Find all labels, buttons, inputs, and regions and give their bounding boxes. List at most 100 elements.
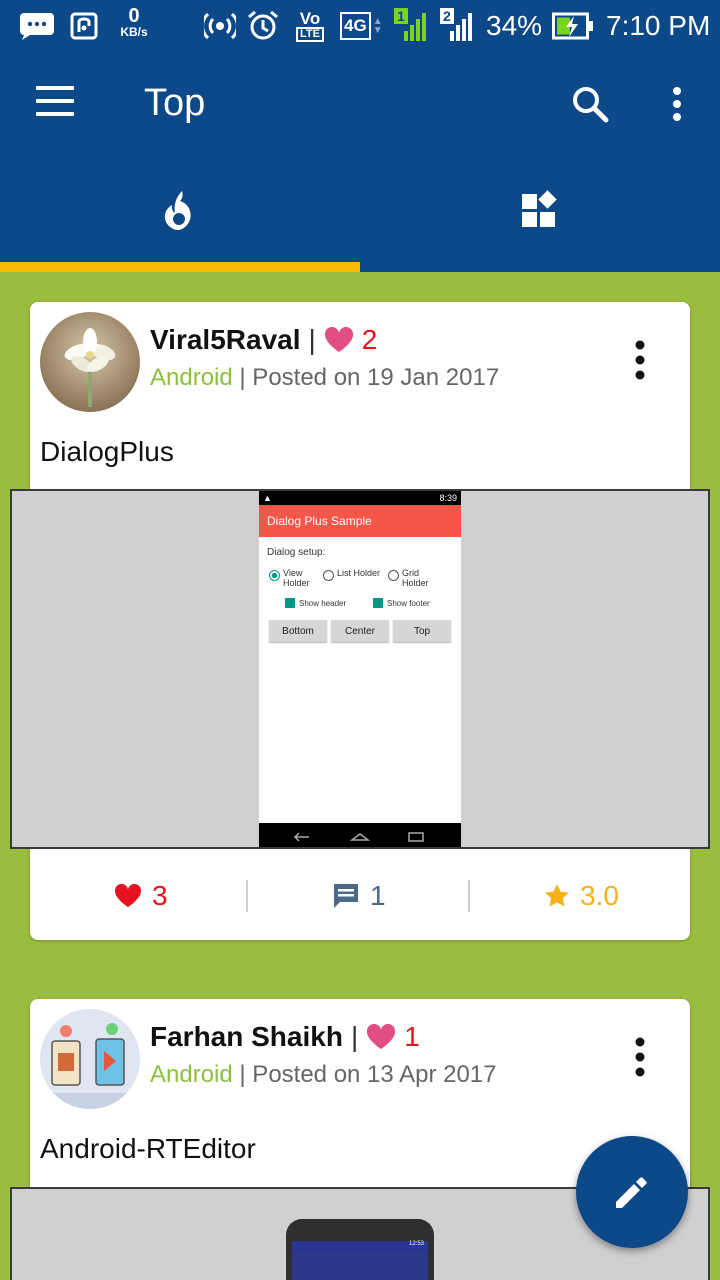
tab-categories[interactable]	[360, 152, 720, 272]
separator: |	[308, 324, 316, 355]
post-meta: Android | Posted on 19 Jan 2017	[150, 364, 499, 392]
tab-top[interactable]	[0, 152, 360, 272]
divider	[246, 880, 248, 912]
like-count: 3	[152, 880, 168, 911]
preview-time: 12:53	[408, 1241, 424, 1247]
category-link[interactable]: Android	[150, 1061, 233, 1088]
signal-sim2: 2	[440, 0, 474, 52]
volte-top-text: Vo	[299, 9, 321, 28]
checkbox-checked-icon	[285, 598, 295, 608]
preview-radio-group: View Holder List Holder Grid Holder	[269, 568, 461, 588]
post-menu-button[interactable]	[626, 338, 654, 386]
overflow-menu-button[interactable]	[660, 84, 694, 124]
post-title[interactable]: Android-RTEditor	[40, 1133, 256, 1165]
signal-sim1: 1	[394, 0, 428, 52]
speed-value: 0	[128, 5, 140, 27]
author-likes: 1	[404, 1021, 420, 1052]
preview-checkbox: Show header	[285, 598, 373, 608]
status-bar: 0 KB/s Vo LTE 4G ▲ ▼ 1 2 34% 7:10 PM	[0, 0, 720, 52]
avatar[interactable]	[40, 1009, 140, 1109]
status-time: 7:10 PM	[606, 10, 711, 41]
new-post-fab[interactable]	[576, 1136, 688, 1248]
like-button[interactable]: 3	[114, 858, 168, 934]
preview-checkbox-group: Show header Show footer	[285, 598, 461, 608]
radio-icon	[388, 570, 400, 581]
preview-checkbox-label: Show footer	[387, 598, 430, 608]
avatar[interactable]	[40, 312, 140, 412]
post-title[interactable]: DialogPlus	[40, 436, 174, 468]
comments-button[interactable]: 1	[332, 858, 386, 934]
tab-indicator	[0, 262, 360, 272]
post-stats: 3 1 3.0	[30, 858, 690, 934]
preview-radio: Grid Holder	[388, 568, 432, 588]
more-vert-icon	[635, 1037, 645, 1077]
radio-icon	[323, 570, 334, 581]
separator: |	[350, 1021, 359, 1052]
post-screenshot[interactable]: ▲ 8:39 Dialog Plus Sample Dialog setup: …	[10, 489, 710, 849]
app-screenshot-preview: 12:53	[286, 1219, 434, 1280]
category-link[interactable]: Android	[150, 364, 233, 391]
author-name[interactable]: Farhan Shaikh	[150, 1021, 343, 1053]
heart-icon	[367, 1024, 396, 1049]
rating-button[interactable]: 3.0	[544, 858, 619, 934]
nav-buttons-icon	[293, 832, 424, 842]
network-type-label: 4G	[340, 12, 371, 40]
more-vert-icon	[635, 340, 645, 380]
preview-radio: List Holder	[323, 568, 380, 588]
heart-icon	[115, 884, 141, 908]
volte-icon: Vo LTE	[296, 0, 324, 52]
flower-avatar-image	[40, 312, 140, 412]
preview-radio: View Holder	[269, 568, 315, 588]
preview-radio-label: List Holder	[337, 568, 381, 578]
divider	[468, 880, 470, 912]
app-screenshot-preview: ▲ 8:39 Dialog Plus Sample Dialog setup: …	[259, 491, 461, 847]
author-name[interactable]: Viral5Raval	[150, 324, 301, 356]
rating-value: 3.0	[580, 880, 619, 911]
menu-button[interactable]	[36, 86, 76, 118]
preview-checkbox-label: Show header	[299, 598, 347, 608]
posted-date: | Posted on 13 Apr 2017	[239, 1061, 497, 1088]
network-type: 4G ▲ ▼	[340, 0, 383, 52]
edit-pencil-icon	[616, 1177, 647, 1208]
checkbox-checked-icon	[373, 598, 383, 608]
page-title: Top	[144, 82, 206, 124]
speed-unit: KB/s	[120, 25, 148, 39]
android-editor-avatar-image	[40, 1009, 140, 1109]
nfc-icon	[70, 0, 98, 52]
chat-icon	[18, 0, 56, 52]
preview-toolbar: Dialog Plus Sample	[259, 505, 461, 537]
search-button[interactable]	[570, 84, 614, 128]
preview-label: Dialog setup:	[267, 547, 326, 558]
star-icon	[545, 884, 569, 907]
posted-date: | Posted on 19 Jan 2017	[239, 364, 500, 391]
signal-bars-icon	[403, 13, 426, 41]
signal-bars-icon	[449, 13, 472, 41]
warning-icon: ▲	[263, 493, 272, 503]
preview-status-bar: ▲ 8:39	[259, 491, 461, 505]
author-line: Viral5Raval | 2	[150, 324, 377, 356]
preview-radio-label: Grid Holder	[402, 568, 429, 588]
author-line: Farhan Shaikh | 1	[150, 1021, 420, 1053]
flame-icon	[164, 191, 191, 230]
data-arrows-icon: ▲ ▼	[372, 16, 383, 36]
preview-screen: 12:53	[292, 1241, 428, 1280]
battery-charging-icon	[552, 0, 594, 52]
preview-nav-bar	[259, 823, 461, 847]
preview-button: Center	[331, 620, 389, 642]
more-vert-icon	[673, 87, 681, 121]
comment-count: 1	[370, 880, 386, 911]
alarm-icon	[246, 0, 280, 52]
preview-buttons: Bottom Center Top	[269, 620, 461, 642]
radio-selected-icon	[269, 570, 280, 581]
preview-checkbox: Show footer	[373, 598, 461, 608]
search-icon	[573, 87, 609, 123]
preview-button: Top	[393, 620, 451, 642]
hotspot-icon	[204, 0, 236, 52]
post-menu-button[interactable]	[626, 1035, 654, 1083]
author-likes: 2	[361, 324, 378, 355]
preview-status-bar: 12:53	[292, 1241, 428, 1251]
network-speed: 0 KB/s	[114, 6, 154, 38]
preview-time: 8:39	[439, 493, 457, 503]
preview-button: Bottom	[269, 620, 327, 642]
battery-percent: 34%	[486, 10, 543, 41]
